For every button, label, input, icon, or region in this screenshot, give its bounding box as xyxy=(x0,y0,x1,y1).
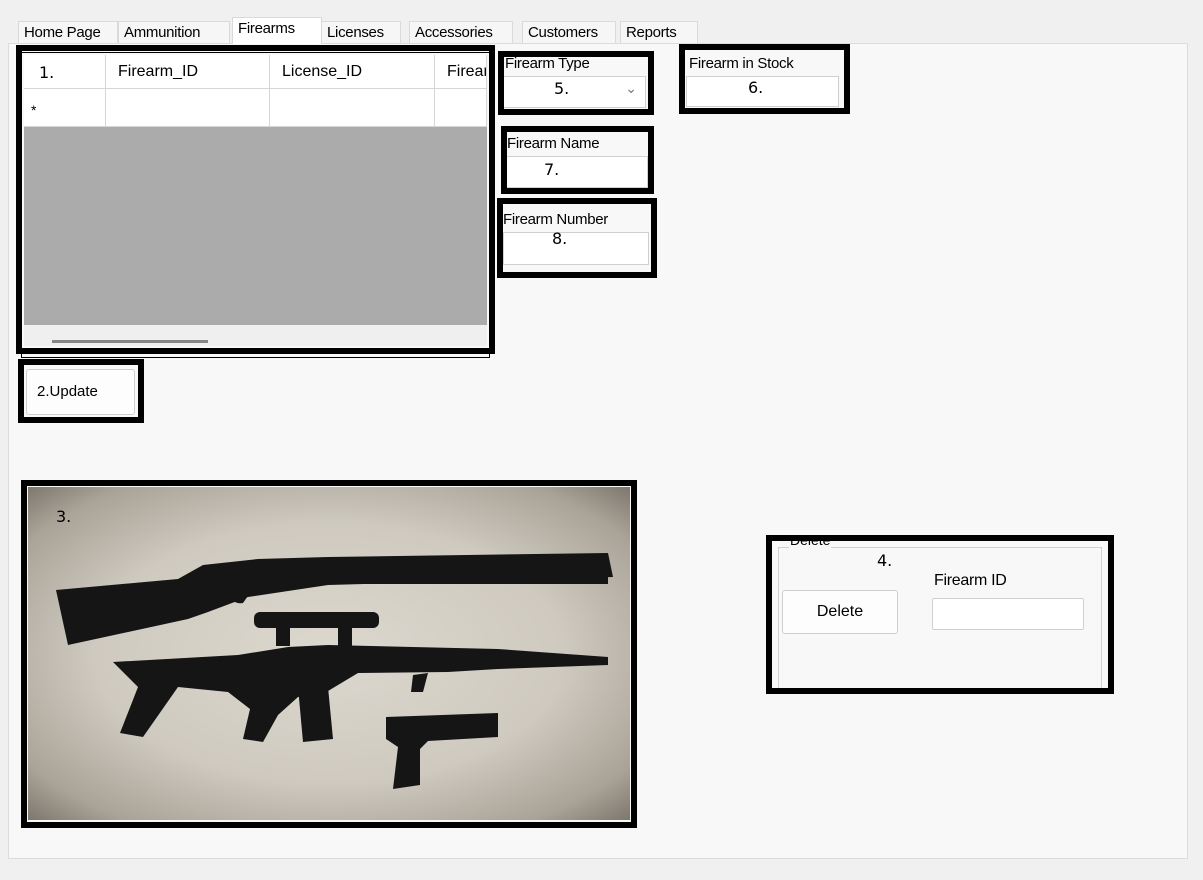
delete-group-title: Delete xyxy=(789,532,832,548)
chevron-down-icon[interactable]: ⌄ xyxy=(625,80,637,97)
pistol xyxy=(386,713,498,789)
firearm-number-field[interactable] xyxy=(503,232,649,265)
tab-licenses[interactable]: Licenses xyxy=(321,21,401,43)
firearm-id-label: Firearm ID xyxy=(934,572,1007,589)
update-button[interactable]: 2.Update xyxy=(26,369,135,415)
firearm-id-field[interactable] xyxy=(932,598,1084,630)
tab-firearms[interactable]: Firearms xyxy=(232,17,322,44)
annotation-label-8: 8. xyxy=(552,229,568,248)
annotation-label-7: 7. xyxy=(544,160,560,179)
annotation-label-6: 6. xyxy=(748,78,764,97)
firearm-in-stock-label: Firearm in Stock xyxy=(689,55,794,72)
rifle-scope xyxy=(254,612,379,628)
annotation-label-5: 5. xyxy=(554,79,570,98)
firearm-name-label: Firearm Name xyxy=(507,135,600,152)
tab-home-page[interactable]: Home Page xyxy=(18,21,118,43)
tab-customers[interactable]: Customers xyxy=(522,21,616,43)
grid-frame xyxy=(21,52,490,358)
tab-reports[interactable]: Reports xyxy=(620,21,698,43)
annotation-label-4: 4. xyxy=(877,551,893,570)
rifle xyxy=(113,645,608,742)
tab-ammunition[interactable]: Ammunition xyxy=(118,21,230,43)
annotation-label-3: 3. xyxy=(56,507,72,526)
annotation-label-1: 1. xyxy=(39,63,55,82)
firearm-type-label: Firearm Type xyxy=(505,55,590,72)
firearms-illustration xyxy=(56,553,613,789)
tab-accessories[interactable]: Accessories xyxy=(409,21,513,43)
firearm-number-label: Firearm Number xyxy=(503,211,608,228)
rifle-magazine xyxy=(298,687,333,742)
delete-button[interactable]: Delete xyxy=(782,590,898,634)
shotgun xyxy=(56,553,613,645)
annotation-label-2: 2. xyxy=(37,383,50,400)
shotgun-magazine-tube xyxy=(328,572,608,584)
firearms-photo xyxy=(28,487,630,820)
firearm-name-field[interactable] xyxy=(506,156,648,188)
firearm-type-combobox[interactable]: ⌄ xyxy=(503,76,646,108)
